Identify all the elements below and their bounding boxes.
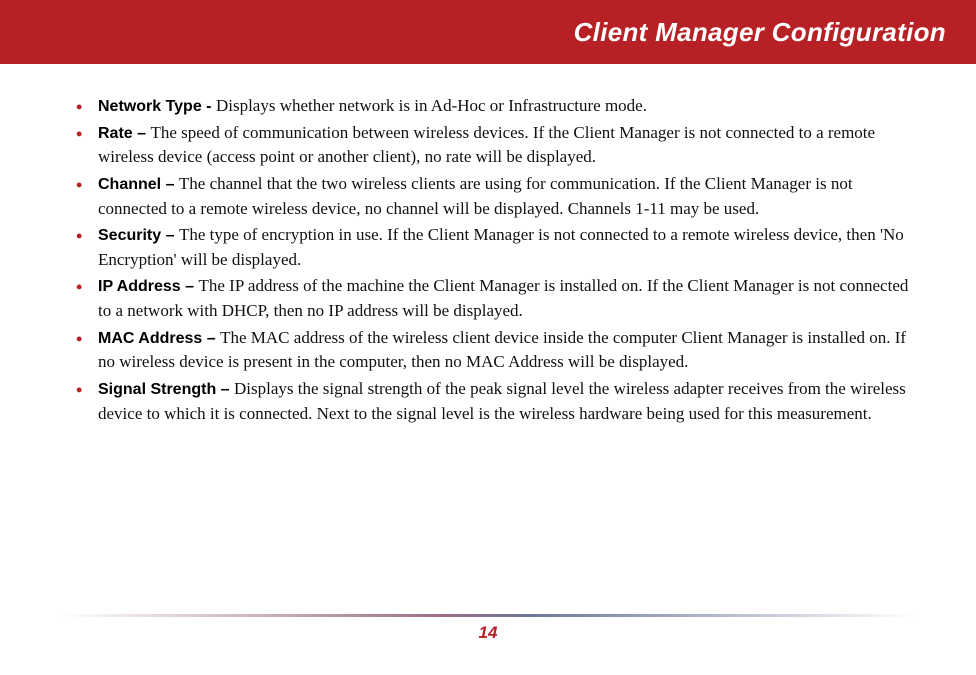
list-item: Rate – The speed of communication betwee…: [76, 121, 916, 170]
list-item: Channel – The channel that the two wirel…: [76, 172, 916, 221]
term-description: The MAC address of the wireless client d…: [98, 328, 906, 372]
divider: [60, 614, 916, 617]
term-description: Displays whether network is in Ad-Hoc or…: [216, 96, 647, 115]
term-description: The type of encryption in use. If the Cl…: [98, 225, 904, 269]
term-label: Signal Strength –: [98, 381, 234, 398]
term-description: The speed of communication between wirel…: [98, 123, 875, 167]
term-label: Network Type -: [98, 98, 216, 115]
header-bar: Client Manager Configuration: [0, 0, 976, 64]
term-label: Rate –: [98, 125, 150, 142]
term-label: Channel –: [98, 176, 179, 193]
term-label: MAC Address –: [98, 330, 220, 347]
list-item: Network Type - Displays whether network …: [76, 94, 916, 119]
term-label: IP Address –: [98, 278, 199, 295]
list-item: Security – The type of encryption in use…: [76, 223, 916, 272]
list-item: MAC Address – The MAC address of the wir…: [76, 326, 916, 375]
term-description: The IP address of the machine the Client…: [98, 276, 908, 320]
term-description: The channel that the two wireless client…: [98, 174, 853, 218]
content-area: Network Type - Displays whether network …: [0, 64, 976, 426]
footer: 14: [60, 614, 916, 643]
term-label: Security –: [98, 227, 179, 244]
definition-list: Network Type - Displays whether network …: [76, 94, 916, 426]
page-title: Client Manager Configuration: [574, 17, 946, 48]
list-item: Signal Strength – Displays the signal st…: [76, 377, 916, 426]
page-number: 14: [60, 623, 916, 643]
list-item: IP Address – The IP address of the machi…: [76, 274, 916, 323]
